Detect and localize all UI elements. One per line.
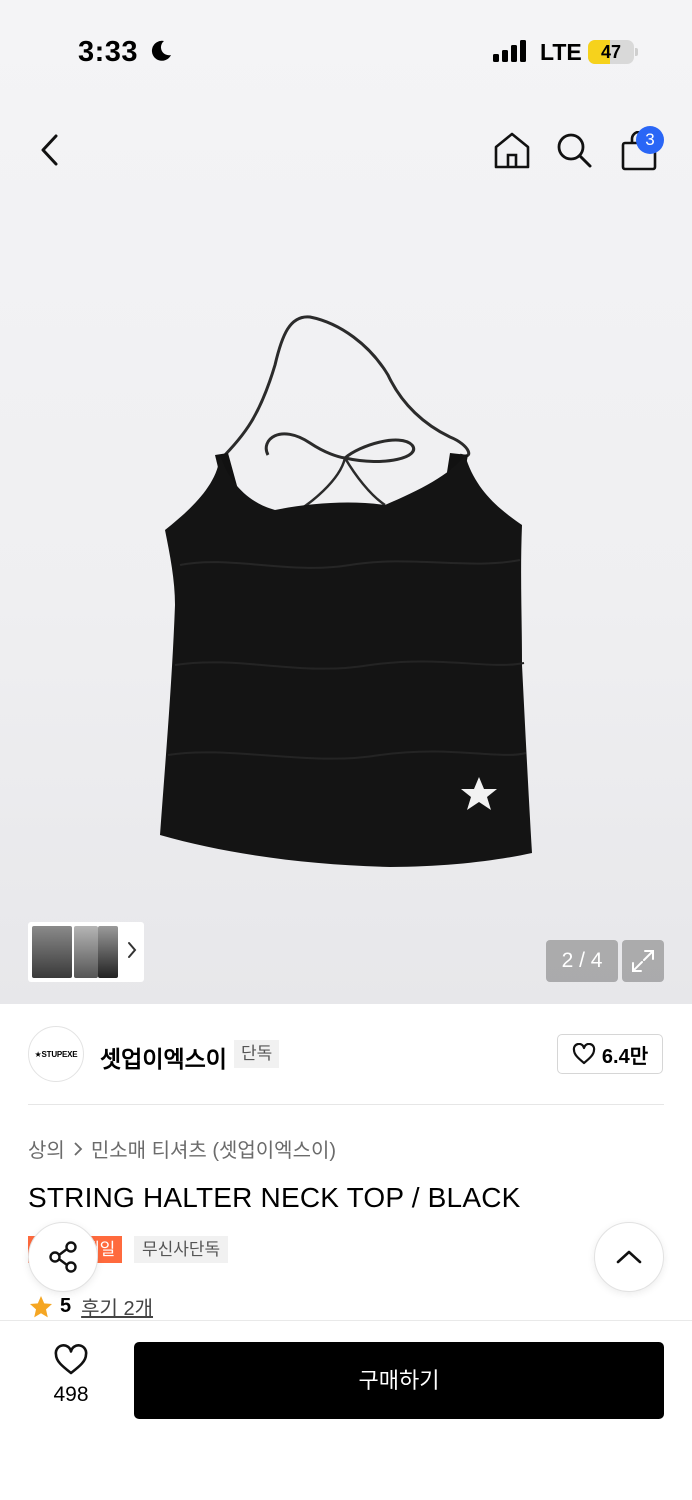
thumbnail-strip[interactable] [28,922,144,982]
brand-logo[interactable]: ★STUPEXE [28,1026,84,1082]
thumbnail-image[interactable] [32,926,72,978]
share-button[interactable] [28,1222,98,1292]
scroll-top-button[interactable] [594,1222,664,1292]
exclusive-tag: 단독 [234,1040,280,1068]
network-label: LTE [540,39,582,65]
musinsa-exclusive-tag: 무신사단독 [134,1236,229,1263]
search-icon [557,133,592,168]
status-time: 3:33 [78,36,139,68]
battery-level: 47 [600,42,622,62]
breadcrumb-category[interactable]: 상의 [28,1134,65,1163]
expand-icon [632,950,654,972]
breadcrumb: 상의 민소매 티셔츠 (셋업이엑스이) [28,1134,336,1163]
buy-button[interactable]: 구매하기 [134,1342,664,1419]
home-button[interactable] [490,128,534,172]
image-counter: 2 / 4 [546,940,618,982]
star-icon [30,1295,52,1317]
back-button[interactable] [28,128,72,172]
wishlist-count: 498 [53,1383,89,1406]
home-icon [494,132,530,169]
product-title: STRING HALTER NECK TOP / BLACK [28,1182,521,1213]
rating-row: 5 후기 2개 [28,1292,153,1321]
breadcrumb-subcategory[interactable]: 민소매 티셔츠 (셋업이엑스이) [91,1134,336,1163]
reviews-link[interactable]: 후기 2개 [81,1292,153,1321]
wishlist-button[interactable]: 498 [36,1344,106,1414]
rating-score: 5 [60,1295,72,1317]
expand-button[interactable] [622,940,664,982]
brand-like-count: 6.4만 [601,1045,649,1068]
product-photo[interactable] [150,305,540,875]
battery-icon: 47 [588,40,634,64]
thumbnail-image[interactable] [74,926,98,978]
chevron-right-icon [128,942,137,958]
heart-icon [572,1043,596,1065]
thumbnail-image[interactable] [98,926,118,978]
chevron-right-icon [74,1141,83,1156]
divider [28,1104,664,1105]
moon-icon [151,40,171,61]
search-button[interactable] [552,128,596,172]
brand-name[interactable]: 셋업이엑스이 [100,1040,227,1074]
brand-like-button[interactable]: 6.4만 [557,1034,663,1074]
status-bar: 3:33 LTE 47 [0,30,692,74]
chevron-left-icon [41,134,58,166]
chevron-up-icon [616,1250,642,1264]
share-icon [49,1241,77,1273]
cart-count-badge: 3 [636,126,664,154]
signal-icon [493,40,526,62]
heart-icon [54,1344,88,1375]
